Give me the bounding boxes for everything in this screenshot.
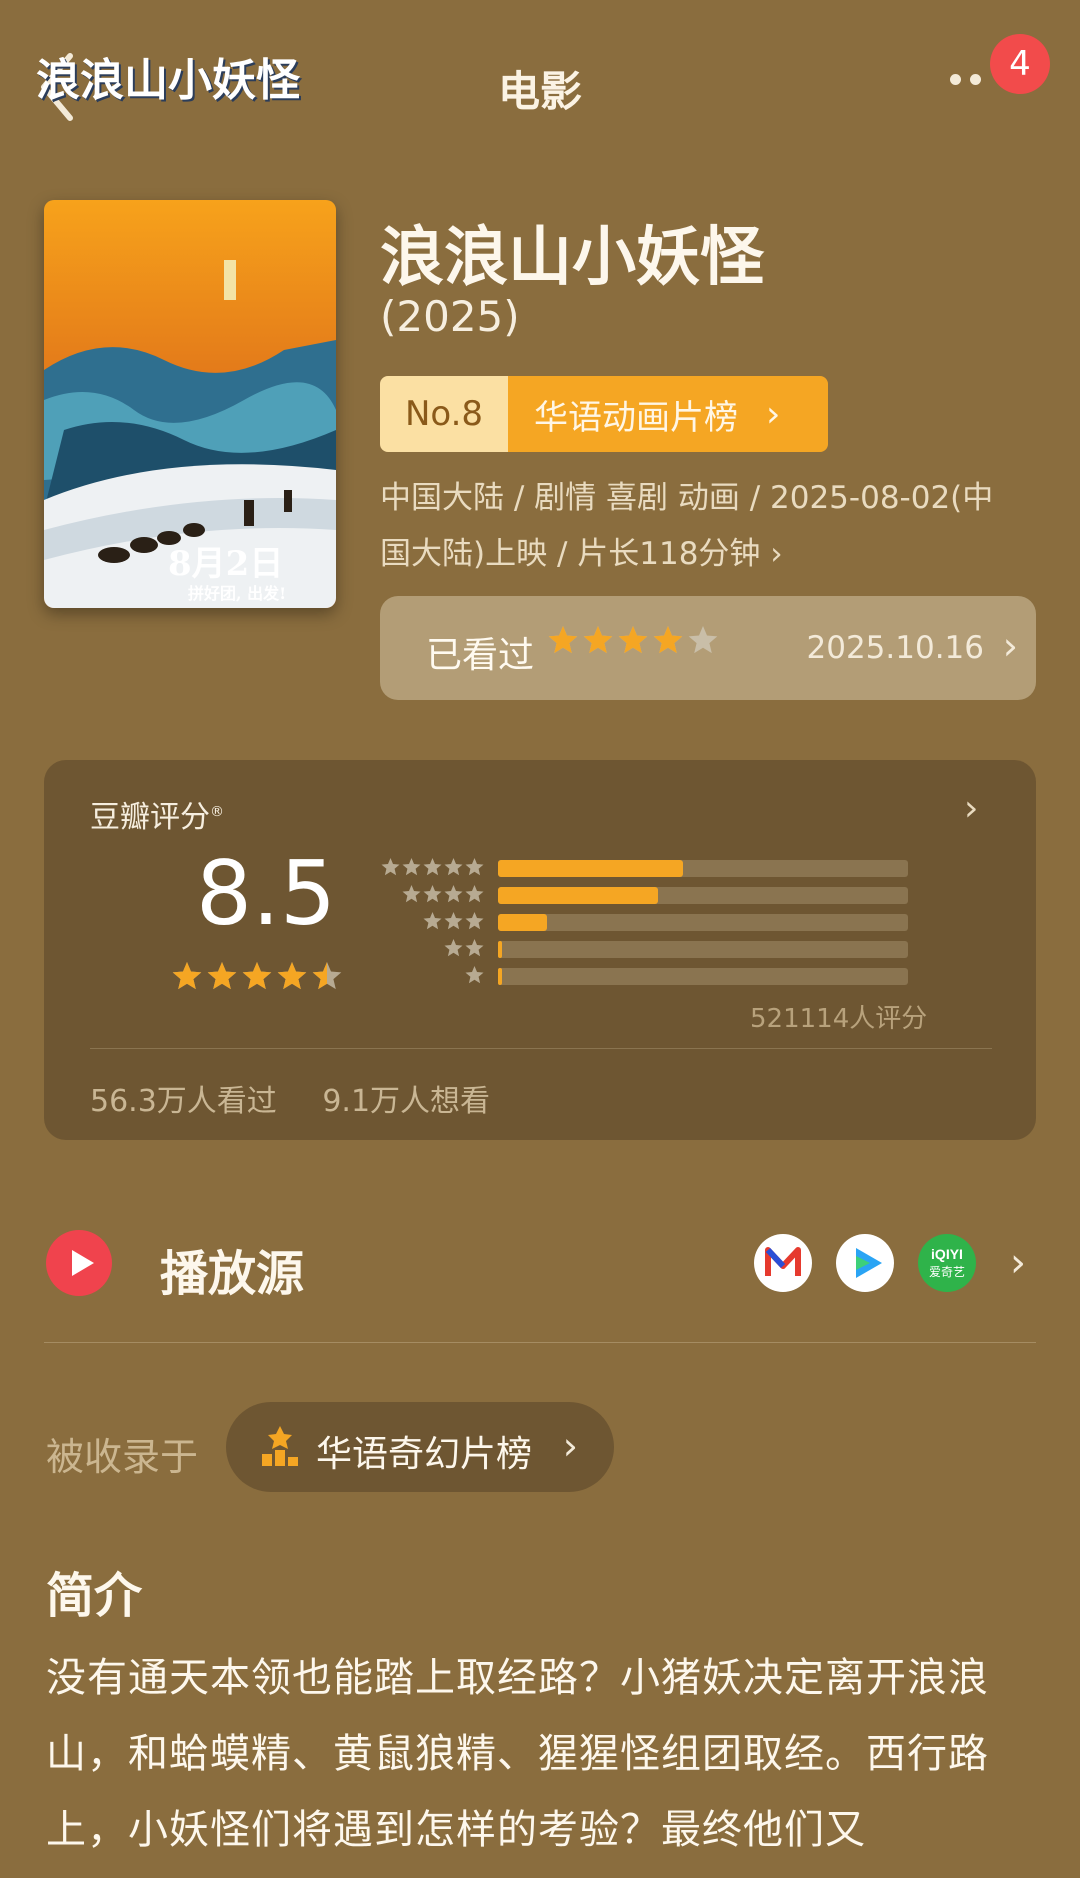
star-icon xyxy=(402,858,421,876)
svg-text:爱奇艺: 爱奇艺 xyxy=(929,1265,965,1279)
rating-bar xyxy=(498,860,908,877)
movie-meta[interactable]: 中国大陆 / 剧情 喜剧 动画 / 2025-08-02(中国大陆)上映 / 片… xyxy=(380,470,1020,582)
play-source-label[interactable]: 播放源 xyxy=(160,1234,304,1304)
play-source-icon[interactable] xyxy=(46,1230,112,1296)
star-icon xyxy=(172,962,202,990)
star-icon xyxy=(444,858,463,876)
star-icon xyxy=(465,885,484,903)
rating-bar xyxy=(498,887,908,904)
notification-badge: 4 xyxy=(990,34,1050,94)
star-icon xyxy=(465,966,484,984)
star-icon xyxy=(423,858,442,876)
star-icon xyxy=(444,885,463,903)
star-icon xyxy=(465,939,484,957)
star-icon xyxy=(277,962,307,990)
iqiyi-icon[interactable]: iQIYI 爱奇艺 xyxy=(918,1234,976,1292)
star-icon xyxy=(381,858,400,876)
rank-list-name: 华语动画片榜 › xyxy=(508,376,828,452)
collection-list-name: 华语奇幻片榜 xyxy=(316,1434,533,1475)
watched-date: 2025.10.16 xyxy=(806,630,985,666)
chevron-right-icon: › xyxy=(760,536,783,572)
chevron-right-icon[interactable]: › xyxy=(1010,1240,1026,1286)
star-icon xyxy=(583,626,613,654)
rating-row-stars xyxy=(381,858,484,876)
watched-status-bar[interactable]: 已看过 2025.10.16 › xyxy=(380,596,1036,700)
svg-text:iQIYI: iQIYI xyxy=(931,1246,963,1262)
rating-bar-fill xyxy=(498,887,658,904)
star-icon xyxy=(242,962,272,990)
collection-list-button[interactable]: 华语奇幻片榜 › xyxy=(226,1402,614,1492)
user-rating-stars xyxy=(548,626,718,654)
mango-tv-icon[interactable] xyxy=(754,1234,812,1292)
chevron-right-icon: › xyxy=(562,1424,578,1468)
watched-count: 56.3万人看过 xyxy=(90,1084,277,1119)
star-icon xyxy=(423,885,442,903)
rating-score: 8.5 xyxy=(196,842,336,945)
chevron-right-icon: › xyxy=(766,393,781,435)
star-icon xyxy=(402,885,421,903)
watch-stats: 56.3万人看过 9.1万人想看 xyxy=(90,1076,526,1120)
ranking-badge[interactable]: No.8 华语动画片榜 › xyxy=(380,376,828,452)
rating-bar-fill xyxy=(498,914,548,931)
rating-bar-fill xyxy=(498,968,503,985)
more-options-icon[interactable] xyxy=(950,70,990,89)
want-count: 9.1万人想看 xyxy=(322,1084,491,1119)
chevron-right-icon: › xyxy=(1002,624,1018,668)
poster-slogan-text: 拼好团, 出发! xyxy=(188,584,287,603)
watched-label: 已看过 xyxy=(426,635,535,676)
movie-year: (2025) xyxy=(380,292,520,341)
poster-date-text: 8月2日 xyxy=(168,544,284,584)
star-icon xyxy=(444,939,463,957)
score-stars xyxy=(172,962,342,990)
rank-number: No.8 xyxy=(380,376,508,452)
tencent-video-icon[interactable] xyxy=(836,1234,894,1292)
star-icon xyxy=(465,858,484,876)
star-icon xyxy=(688,626,718,654)
divider xyxy=(44,1342,1036,1343)
rating-bar xyxy=(498,914,908,931)
synopsis-text: 没有通天本领也能踏上取经路？小猪妖决定离开浪浪山，和蛤蟆精、黄鼠狼精、猩猩怪组团… xyxy=(46,1655,989,1853)
star-icon xyxy=(207,962,237,990)
rating-bar xyxy=(498,968,908,985)
movie-title: 浪浪山小妖怪 xyxy=(380,221,764,295)
rating-bar-fill xyxy=(498,860,683,877)
star-icon xyxy=(548,626,578,654)
rating-bar xyxy=(498,941,908,958)
synopsis-title: 简介 xyxy=(46,1568,143,1624)
rating-label: 豆瓣评分® xyxy=(90,800,224,835)
ranking-icon xyxy=(262,1426,298,1466)
rating-count: 521114人评分 xyxy=(750,1004,928,1034)
star-icon xyxy=(653,626,683,654)
star-icon xyxy=(618,626,648,654)
divider xyxy=(90,1048,992,1049)
star-icon xyxy=(465,912,484,930)
chevron-right-icon[interactable]: › xyxy=(964,788,978,829)
star-icon xyxy=(444,912,463,930)
star-icon xyxy=(423,912,442,930)
poster-title-text: 浪浪山小妖怪 xyxy=(36,55,300,106)
rating-bar-fill xyxy=(498,941,503,958)
collection-label: 被收录于 xyxy=(46,1435,199,1479)
